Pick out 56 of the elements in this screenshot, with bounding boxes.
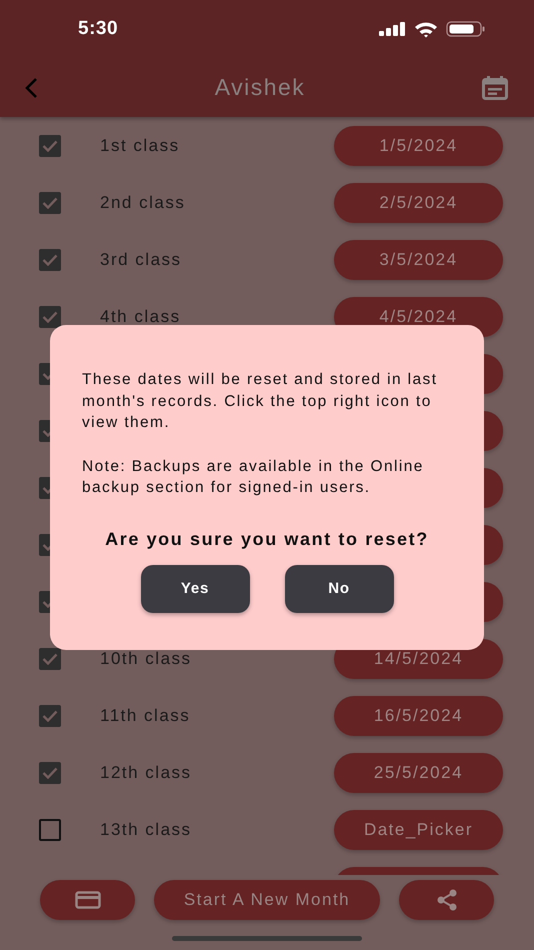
date-button[interactable]: 16/5/2024	[334, 696, 503, 736]
back-icon[interactable]	[24, 76, 38, 98]
checkmark-icon	[42, 652, 58, 664]
battery-icon	[446, 21, 486, 37]
status-time: 5:30	[78, 18, 118, 40]
checkbox[interactable]	[39, 134, 61, 156]
date-button[interactable]	[484, 468, 503, 508]
class-label: 11th class	[100, 706, 192, 726]
date-button[interactable]	[484, 354, 503, 394]
checkbox[interactable]	[39, 704, 61, 726]
dialog-question: Are you sure you want to reset?	[104, 528, 430, 550]
new-month-button[interactable]: Start A New Month	[154, 880, 380, 920]
date-button[interactable]: 3/5/2024	[334, 240, 503, 280]
class-label: 2nd class	[100, 192, 186, 212]
card-button[interactable]	[40, 880, 135, 920]
class-label: 13th class	[100, 820, 193, 840]
date-button[interactable]	[484, 524, 503, 564]
checkbox[interactable]	[39, 420, 50, 442]
checkbox[interactable]	[39, 362, 50, 384]
checkbox[interactable]	[39, 248, 61, 270]
class-label: 3rd class	[100, 250, 183, 270]
dialog-message: These dates will be reset and stored in last month's records. Click the top right icon to view them.	[82, 370, 438, 433]
checkbox[interactable]	[39, 590, 50, 612]
class-label: 4th class	[100, 306, 182, 326]
checkmark-icon	[42, 310, 58, 322]
checkmark-icon	[42, 710, 58, 722]
header-title: Avishek	[214, 74, 306, 101]
checkmark-icon	[42, 196, 58, 208]
no-button[interactable]: No	[284, 564, 394, 612]
checkbox[interactable]	[39, 534, 50, 556]
class-label: 12th class	[100, 762, 193, 782]
date-button[interactable]	[484, 410, 503, 450]
yes-button[interactable]: Yes	[140, 564, 250, 612]
date-button[interactable]: 25/5/2024	[334, 752, 503, 792]
checkbox[interactable]	[39, 818, 61, 840]
share-icon	[434, 888, 458, 912]
calendar-icon[interactable]	[482, 76, 508, 100]
checkmark-icon	[42, 254, 58, 266]
class-label: 1st class	[100, 136, 181, 156]
card-icon	[74, 891, 100, 909]
class-label: 10th class	[100, 648, 193, 668]
checkbox[interactable]	[39, 476, 50, 498]
date-button[interactable]	[484, 582, 503, 622]
checkmark-icon	[42, 766, 58, 778]
checkbox[interactable]	[39, 648, 61, 670]
share-button[interactable]	[399, 880, 494, 920]
dialog-message: Note: Backups are available in the Online backup section for signed-in users.	[82, 456, 425, 498]
checkbox[interactable]	[39, 762, 61, 784]
date-button[interactable]: 2/5/2024	[334, 182, 503, 222]
signal-icon	[379, 22, 406, 36]
checkmark-icon	[42, 140, 58, 152]
wifi-icon	[414, 20, 438, 38]
date-button[interactable]: Date_Picker	[334, 810, 503, 850]
checkbox[interactable]	[39, 192, 61, 214]
date-button[interactable]: 1/5/2024	[334, 126, 503, 166]
checkbox[interactable]	[39, 306, 61, 328]
